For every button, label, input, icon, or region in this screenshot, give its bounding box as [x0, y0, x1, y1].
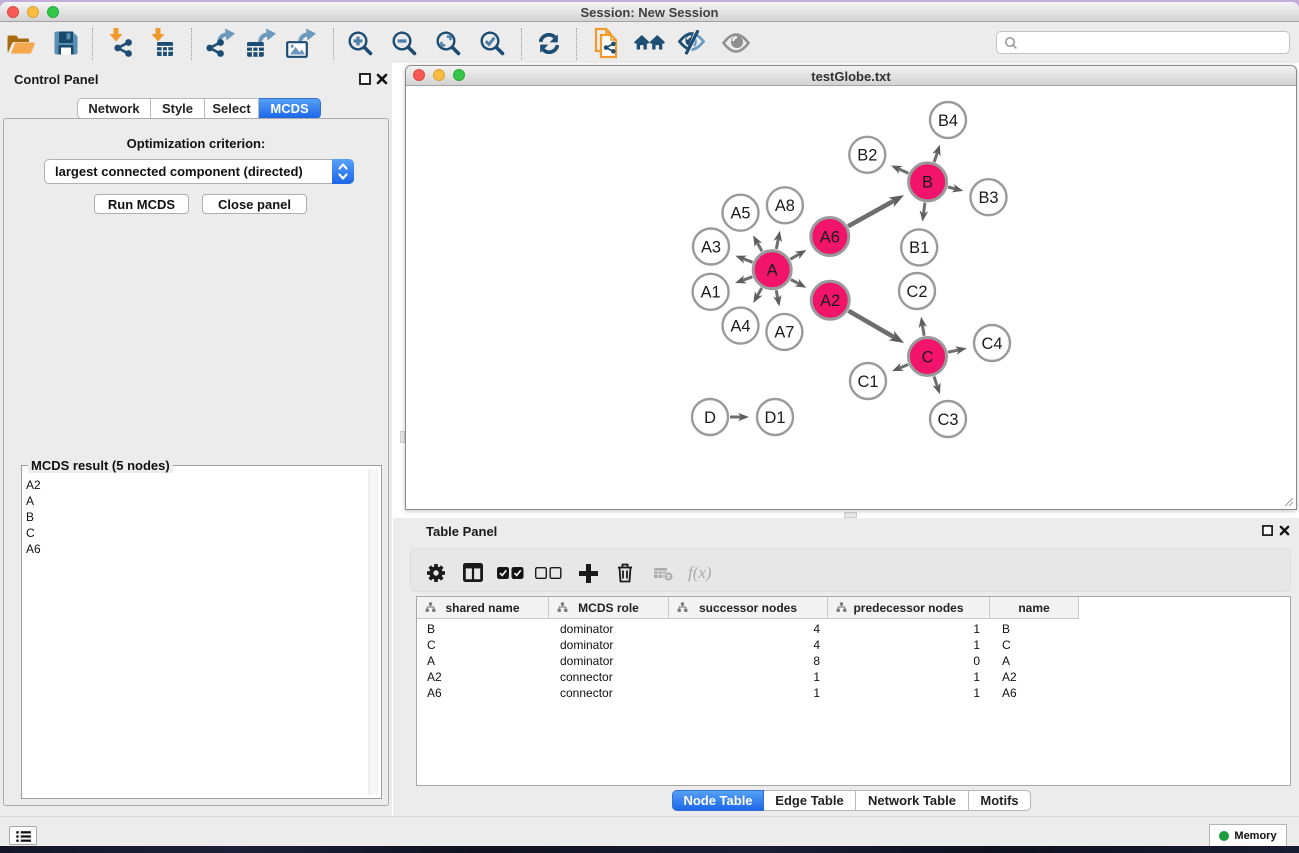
svg-text:C4: C4: [982, 335, 1003, 353]
svg-text:C1: C1: [858, 373, 879, 391]
svg-text:A4: A4: [730, 317, 750, 335]
svg-text:A8: A8: [775, 197, 795, 215]
svg-text:B: B: [922, 174, 933, 192]
svg-text:A3: A3: [701, 238, 721, 256]
svg-text:A: A: [767, 262, 778, 280]
svg-text:A2: A2: [820, 292, 840, 310]
svg-text:C2: C2: [907, 283, 928, 301]
svg-text:B1: B1: [909, 239, 929, 257]
svg-text:C: C: [922, 348, 934, 366]
svg-text:f(x): f(x): [688, 563, 712, 582]
svg-text:A5: A5: [730, 205, 750, 223]
svg-text:C3: C3: [938, 411, 959, 429]
svg-text:A7: A7: [774, 324, 794, 342]
svg-text:B3: B3: [978, 189, 998, 207]
svg-text:A1: A1: [701, 284, 721, 302]
svg-text:B4: B4: [938, 112, 958, 130]
svg-text:B2: B2: [857, 147, 877, 165]
svg-text:D1: D1: [765, 409, 786, 427]
svg-text:D: D: [704, 409, 716, 427]
svg-text:A6: A6: [820, 228, 840, 246]
